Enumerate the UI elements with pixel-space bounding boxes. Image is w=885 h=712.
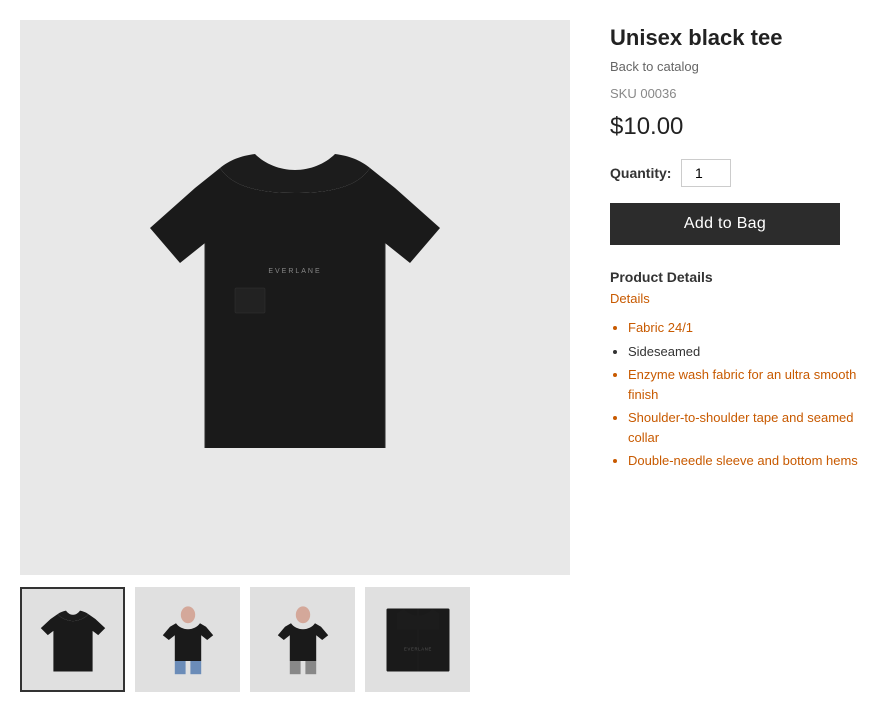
product-price: $10.00 [610,113,865,141]
details-link[interactable]: Details [610,291,865,306]
main-tshirt-svg: EVERLANE [135,108,455,488]
thumbnail-3[interactable] [250,587,355,692]
main-product-image: EVERLANE [20,20,570,575]
product-title: Unisex black tee [610,25,865,51]
product-details-header: Product Details [610,269,865,285]
sku-label: SKU 00036 [610,86,865,101]
quantity-label: Quantity: [610,165,671,181]
thumbnails-row: EVERLANE [20,587,570,692]
detail-item-4: Shoulder-to-shoulder tape and seamed col… [628,408,865,447]
thumbnail-2[interactable] [135,587,240,692]
detail-item-1: Fabric 24/1 [628,318,865,338]
thumbnail-4[interactable]: EVERLANE [365,587,470,692]
quantity-row: Quantity: [610,159,865,187]
add-to-bag-button[interactable]: Add to Bag [610,203,840,245]
detail-item-3: Enzyme wash fabric for an ultra smooth f… [628,365,865,404]
svg-text:EVERLANE: EVERLANE [404,646,432,651]
page-container: EVERLANE [0,0,885,712]
product-info: Unisex black tee Back to catalog SKU 000… [610,20,865,471]
detail-item-2: Sideseamed [628,342,865,362]
product-layout: EVERLANE [20,20,865,692]
back-to-catalog-link[interactable]: Back to catalog [610,59,865,74]
svg-text:EVERLANE: EVERLANE [268,268,321,275]
details-list: Fabric 24/1 Sideseamed Enzyme wash fabri… [610,318,865,471]
image-section: EVERLANE [20,20,570,692]
thumbnail-1[interactable] [20,587,125,692]
quantity-input[interactable] [681,159,731,187]
detail-item-5: Double-needle sleeve and bottom hems [628,451,865,471]
